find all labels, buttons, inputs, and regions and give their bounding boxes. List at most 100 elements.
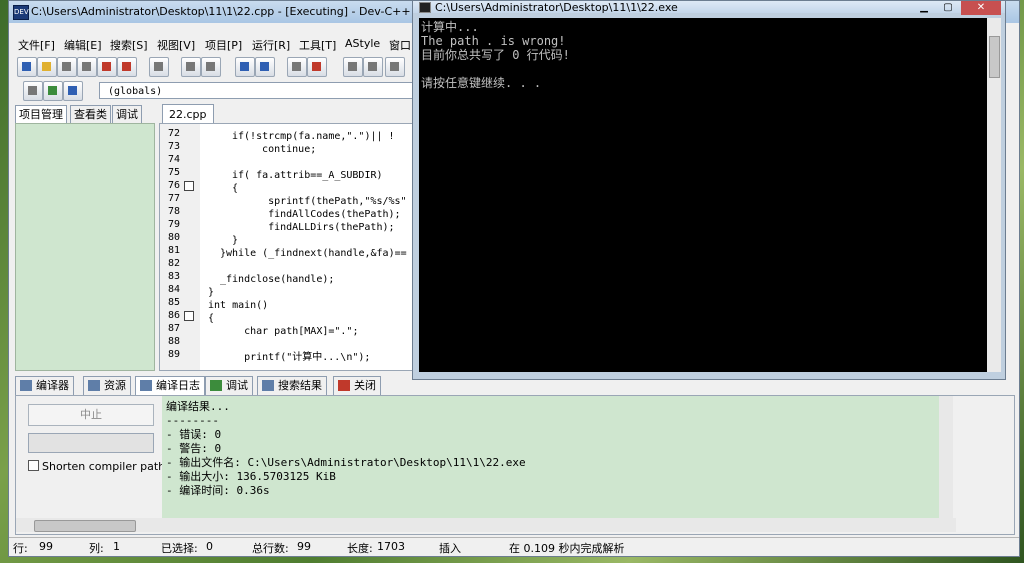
code-line[interactable]: continue; — [244, 143, 316, 156]
redo-icon[interactable] — [201, 57, 221, 77]
status-col: 1 — [113, 540, 120, 553]
maximize-icon[interactable]: ▢ — [937, 1, 959, 15]
console-scrollbar[interactable] — [987, 18, 1001, 372]
editor-tab-22cpp[interactable]: 22.cpp — [162, 104, 214, 125]
code-line[interactable]: if( fa.attrib==_A_SUBDIR) — [232, 169, 383, 182]
tab-class-browser[interactable]: 查看类 — [70, 105, 111, 124]
status-row: 99 — [39, 540, 53, 553]
new-file-icon[interactable] — [17, 57, 37, 77]
status-len: 1703 — [377, 540, 405, 553]
console-line: 目前你总共写了 0 行代码! — [421, 48, 570, 62]
code-line[interactable]: } — [232, 234, 238, 247]
tab-resources[interactable]: 资源 — [83, 376, 131, 396]
status-sel: 0 — [206, 540, 213, 553]
undo-icon[interactable] — [181, 57, 201, 77]
tab-search-results[interactable]: 搜索结果 — [257, 376, 327, 396]
code-line[interactable]: printf("计算中...\n"); — [220, 351, 370, 364]
menu-project[interactable]: 项目[P] — [205, 37, 242, 53]
code-editor[interactable]: 72 73 74 75 76 77 78 79 80 81 82 83 84 85 86 87 88 89 if(… — [159, 123, 421, 371]
code-line[interactable]: { — [232, 182, 238, 195]
goto-bookmark-icon[interactable] — [63, 81, 83, 101]
close-all-icon[interactable] — [117, 57, 137, 77]
status-col-label: 列: — [89, 542, 104, 555]
resources-icon — [88, 380, 100, 391]
code-line[interactable]: sprintf(thePath,"%s/%s" — [244, 195, 406, 208]
checkbox-box[interactable] — [28, 460, 39, 471]
code-line[interactable]: char path[MAX]="."; — [220, 325, 358, 338]
status-insert-mode: 插入 — [439, 542, 461, 555]
menu-window[interactable]: 窗口 — [389, 37, 411, 53]
code-line[interactable]: int main() — [208, 299, 268, 312]
close-icon — [338, 380, 350, 391]
console-window: C:\Users\Administrator\Desktop\11\1\22.e… — [412, 0, 1006, 380]
status-lines-label: 总行数: — [252, 542, 289, 555]
tab-close[interactable]: 关闭 — [333, 376, 381, 396]
goto-line-icon[interactable] — [307, 57, 327, 77]
compile-icon[interactable] — [343, 57, 363, 77]
log-line: - 输出文件名: C:\Users\Administrator\Desktop\… — [166, 456, 526, 469]
compile-log-panel: 中止 Shorten compiler paths 编译结果... -------… — [15, 395, 1015, 535]
log-line: - 警告: 0 — [166, 442, 222, 455]
tab-search-results-label: 搜索结果 — [278, 379, 322, 392]
save-icon[interactable] — [57, 57, 77, 77]
code-line[interactable]: } — [208, 286, 214, 299]
print-icon[interactable] — [149, 57, 169, 77]
run-icon[interactable] — [363, 57, 383, 77]
close-file-icon[interactable] — [97, 57, 117, 77]
tab-resources-label: 资源 — [104, 379, 126, 392]
code-line[interactable]: _findclose(handle); — [220, 273, 334, 286]
code-line[interactable]: }while (_findnext(handle,&fa)== — [220, 247, 407, 260]
tab-debug-label: 调试 — [226, 379, 248, 392]
menu-astyle[interactable]: AStyle — [345, 37, 380, 50]
menu-view[interactable]: 视图[V] — [157, 37, 195, 53]
toggle-bookmark-icon[interactable] — [43, 81, 63, 101]
log-line: -------- — [166, 414, 219, 427]
close-button[interactable]: ✕ — [961, 1, 1001, 15]
open-file-icon[interactable] — [37, 57, 57, 77]
devcpp-app-icon: DEV — [13, 5, 29, 20]
scope-selector[interactable]: (globals) — [99, 82, 414, 99]
tab-project-manager[interactable]: 项目管理 — [15, 105, 67, 124]
tab-debug-panel[interactable]: 调试 — [112, 105, 142, 124]
menu-search[interactable]: 搜索[S] — [110, 37, 148, 53]
status-row-label: 行: — [13, 542, 28, 555]
status-bar: 行: 99 列: 1 已选择: 0 总行数: 99 长度: 1703 插入 在 … — [9, 537, 1019, 556]
search-icon — [262, 380, 274, 391]
console-titlebar[interactable]: C:\Users\Administrator\Desktop\11\1\22.e… — [413, 1, 1005, 15]
code-line[interactable]: if(!strcmp(fa.name,".")|| ! — [232, 130, 395, 143]
project-tree-panel[interactable] — [15, 123, 155, 371]
log-line: - 编译时间: 0.36s — [166, 484, 270, 497]
console-scroll-thumb[interactable] — [989, 36, 1000, 78]
tab-debug[interactable]: 调试 — [205, 376, 253, 396]
menu-edit[interactable]: 编辑[E] — [64, 37, 102, 53]
tab-compile-log[interactable]: 编译日志 — [135, 376, 205, 396]
replace-icon[interactable] — [255, 57, 275, 77]
console-line: 请按任意键继续. . . — [421, 76, 542, 90]
code-area[interactable]: if(!strcmp(fa.name,".")|| ! continue; if(… — [160, 127, 420, 370]
save-all-icon[interactable] — [77, 57, 97, 77]
log-horizontal-scrollbar[interactable] — [16, 518, 956, 532]
log-hscroll-thumb[interactable] — [34, 520, 136, 532]
log-vertical-scrollbar[interactable] — [939, 396, 953, 518]
code-line[interactable]: { — [208, 312, 214, 325]
tab-compiler[interactable]: 编译器 — [15, 376, 74, 396]
menu-tools[interactable]: 工具[T] — [299, 37, 336, 53]
console-app-icon — [419, 2, 431, 13]
shorten-paths-checkbox[interactable]: Shorten compiler paths — [28, 460, 171, 473]
menu-run[interactable]: 运行[R] — [252, 37, 290, 53]
find-icon[interactable] — [235, 57, 255, 77]
minimize-icon[interactable]: ▁ — [913, 1, 935, 15]
compile-run-icon[interactable] — [385, 57, 405, 77]
menu-file[interactable]: 文件[F] — [18, 37, 55, 53]
console-line: 计算中... — [421, 20, 479, 34]
status-parse-time: 在 0.109 秒内完成解析 — [509, 542, 625, 555]
status-len-label: 长度: — [347, 542, 373, 555]
insert-icon[interactable] — [23, 81, 43, 101]
code-line[interactable]: findALLDirs(thePath); — [244, 221, 394, 234]
code-line[interactable]: findAllCodes(thePath); — [244, 208, 400, 221]
bar-chart-icon — [140, 380, 152, 391]
indent-icon[interactable] — [287, 57, 307, 77]
compile-log-text[interactable]: 编译结果... -------- - 错误: 0- 警告: 0- 输出文件名: C:… — [162, 396, 950, 518]
console-output[interactable]: 计算中... The path . is wrong! 目前你总共写了 0 行代码!… — [419, 18, 987, 372]
stop-button[interactable]: 中止 — [28, 404, 154, 426]
